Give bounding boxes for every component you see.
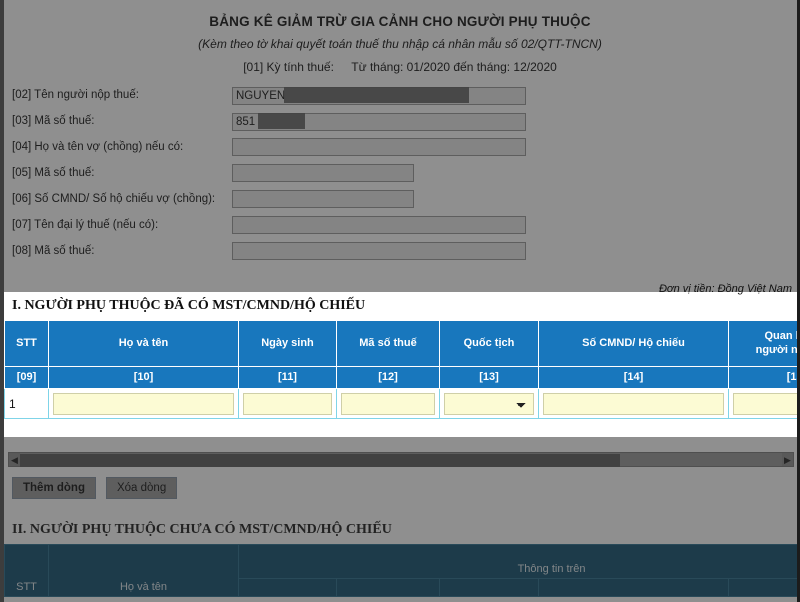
field-row-07: [07] Tên đại lý thuế (nếu có): — [0, 212, 800, 238]
col-code-13: [13] — [439, 366, 539, 389]
col-header-stt: STT — [4, 320, 49, 367]
field-row-05: [05] Mã số thuế: — [0, 160, 800, 186]
document-subtitle: (Kèm theo tờ khai quyết toán thuế thu nh… — [198, 37, 602, 51]
field-row-08: [08] Mã số thuế: — [0, 238, 800, 264]
s2-group-header: Thông tin trên — [237, 544, 797, 579]
tax-period-row: [01] Kỳ tính thuế: Từ tháng: 01/2020 đến… — [0, 60, 800, 74]
row-index-cell: 1 — [4, 388, 49, 419]
add-row-button[interactable]: Thêm dòng — [12, 477, 96, 499]
col-header-relationship: Quan hệ với người nộp thuế — [728, 320, 797, 367]
field-label-04: [04] Họ và tên vợ (chồng) nếu có: — [12, 141, 184, 153]
tax-agent-code-input[interactable] — [232, 242, 526, 260]
cell-birth-date — [238, 388, 337, 419]
s2-col-header-c6 — [538, 578, 729, 597]
field-label-07: [07] Tên đại lý thuế (nếu có): — [12, 219, 159, 231]
row-actions-toolbar: Thêm dòng Xóa dòng — [12, 477, 178, 499]
col-code-14: [14] — [538, 366, 729, 389]
table-row: 1 Việt Nam — [4, 388, 797, 419]
window-edge-left — [0, 0, 4, 602]
section-two: II. NGƯỜI PHỤ THUỘC CHƯA CÓ MST/CMND/HỘ … — [4, 518, 797, 602]
col-header-tax-code: Mã số thuế — [336, 320, 440, 367]
scroll-left-arrow-icon[interactable]: ◀ — [9, 453, 20, 468]
spouse-name-input[interactable] — [232, 138, 526, 156]
section-one-heading: I. NGƯỜI PHỤ THUỘC ĐÃ CÓ MST/CMND/HỘ CHI… — [12, 298, 366, 313]
dependent-id-number-input[interactable] — [543, 392, 724, 415]
col-code-10: [10] — [48, 366, 239, 389]
page-title: BẢNG KÊ GIẢM TRỪ GIA CẢNH CHO NGƯỜI PHỤ … — [209, 14, 591, 29]
field-label-05: [05] Mã số thuế: — [12, 167, 95, 179]
col-header-id-number: Số CMND/ Hộ chiếu — [538, 320, 729, 367]
col-code-15: [15] — [728, 366, 797, 389]
dependent-nationality-select[interactable]: Việt Nam — [444, 392, 534, 415]
tax-form-page: BẢNG KÊ GIẢM TRỪ GIA CẢNH CHO NGƯỜI PHỤ … — [0, 0, 800, 602]
col-code-11: [11] — [238, 366, 337, 389]
table-code-row: [09] [10] [11] [12] [13] [14] [15] — [4, 366, 797, 389]
scrollbar-thumb[interactable] — [20, 454, 620, 467]
table-header-row: STT Họ và tên Ngày sinh Mã số thuế Quốc … — [4, 320, 797, 367]
s2-col-header-c7 — [727, 578, 797, 597]
field-label-03: [03] Mã số thuế: — [12, 115, 95, 127]
spouse-tax-code-input[interactable] — [232, 164, 414, 182]
col-code-09: [09] — [4, 366, 49, 389]
col-code-12: [12] — [336, 366, 440, 389]
field-row-02: [02] Tên người nộp thuế: — [0, 82, 800, 108]
col-header-full-name: Họ và tên — [48, 320, 239, 367]
section-one: I. NGƯỜI PHỤ THUỘC ĐÃ CÓ MST/CMND/HỘ CHI… — [4, 292, 797, 437]
section-two-group-header-row: STT Họ và tên Thông tin trên — [4, 544, 797, 597]
redaction-overlay-02 — [284, 86, 469, 103]
field-label-06: [06] Số CMND/ Số hộ chiếu vợ (chồng): — [12, 193, 216, 205]
spouse-id-input[interactable] — [232, 190, 414, 208]
dependent-birth-date-input[interactable] — [243, 392, 332, 415]
delete-row-button[interactable]: Xóa dòng — [105, 477, 178, 499]
s2-col-header-stt: STT — [4, 544, 49, 597]
s2-col-header-full-name: Họ và tên — [48, 544, 239, 597]
col-header-nationality: Quốc tịch — [439, 320, 539, 367]
tax-period-label: [01] Kỳ tính thuế: — [243, 60, 334, 74]
cell-tax-code — [336, 388, 440, 419]
field-label-02: [02] Tên người nộp thuế: — [12, 89, 139, 101]
currency-unit-note: Đơn vị tiền: Đồng Việt Nam — [658, 283, 792, 295]
field-row-06: [06] Số CMND/ Số hộ chiếu vợ (chồng): — [0, 186, 800, 212]
redaction-overlay-03 — [258, 112, 305, 129]
taxpayer-fields: [02] Tên người nộp thuế: [03] Mã số thuế… — [0, 82, 800, 264]
dependents-with-id-table: STT Họ và tên Ngày sinh Mã số thuế Quốc … — [4, 320, 797, 419]
cell-nationality: Việt Nam — [439, 388, 539, 419]
field-row-03: [03] Mã số thuế: — [0, 108, 800, 134]
horizontal-scrollbar[interactable]: ◀ ▶ — [8, 452, 794, 467]
cell-id-number — [538, 388, 729, 419]
field-label-08: [08] Mã số thuế: — [12, 245, 95, 257]
scroll-right-arrow-icon[interactable]: ▶ — [782, 453, 793, 468]
s2-col-header-c3 — [238, 578, 337, 597]
dependent-full-name-input[interactable] — [53, 392, 234, 415]
tax-agent-name-input[interactable] — [232, 216, 526, 234]
section-two-heading: II. NGƯỜI PHỤ THUỘC CHƯA CÓ MST/CMND/HỘ … — [12, 522, 392, 537]
document-header: BẢNG KÊ GIẢM TRỪ GIA CẢNH CHO NGƯỜI PHỤ … — [0, 0, 800, 74]
s2-col-header-c4 — [336, 578, 440, 597]
col-header-birth-date: Ngày sinh — [238, 320, 337, 367]
cell-full-name — [48, 388, 239, 419]
tax-period-value: Từ tháng: 01/2020 đến tháng: 12/2020 — [351, 60, 557, 74]
field-row-04: [04] Họ và tên vợ (chồng) nếu có: — [0, 134, 800, 160]
s2-col-header-c5 — [439, 578, 539, 597]
dependent-relationship-input[interactable] — [733, 392, 797, 415]
section-one-table-wrapper: STT Họ và tên Ngày sinh Mã số thuế Quốc … — [4, 320, 797, 419]
dependents-without-id-table: STT Họ và tên Thông tin trên — [4, 544, 797, 597]
cell-relationship — [728, 388, 797, 419]
dependent-tax-code-input[interactable] — [341, 392, 435, 415]
